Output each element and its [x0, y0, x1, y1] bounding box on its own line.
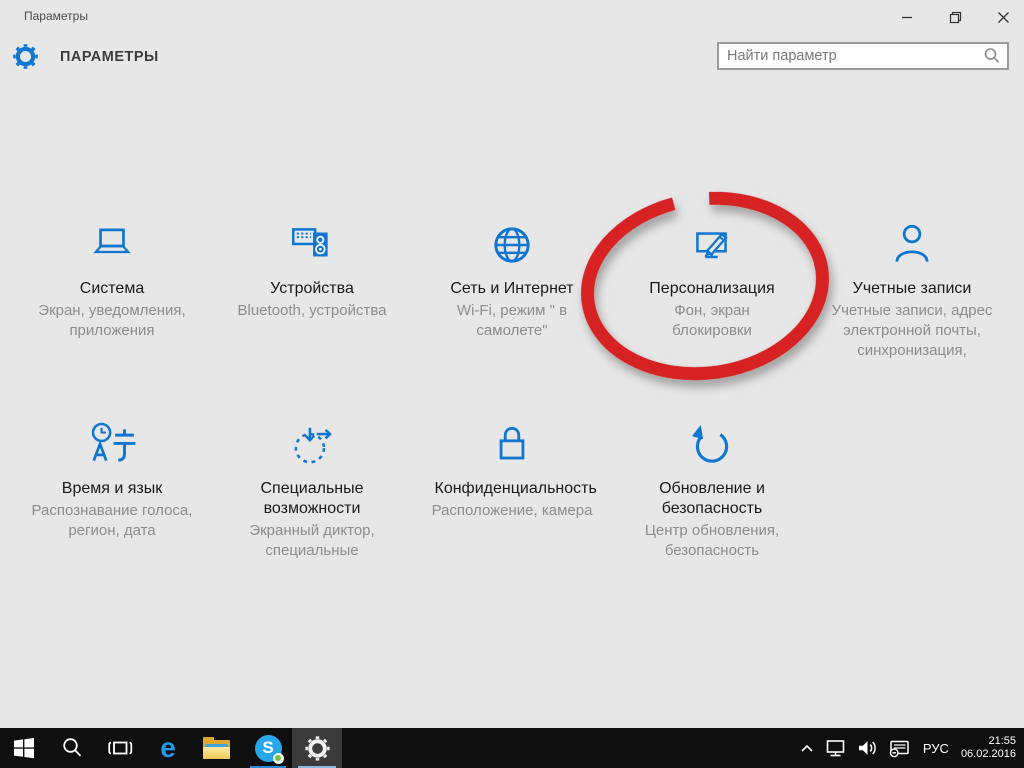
tray-network-button[interactable]: [824, 728, 848, 768]
tile-title: Обновление и безопасность: [635, 479, 790, 519]
settings-window: Параметры ПАРАМЕТРЫ: [0, 0, 1024, 728]
tile-subtitle: Фон, экран блокировки: [651, 301, 773, 341]
tile-subtitle: Экран, уведомления, приложения: [26, 301, 198, 341]
update-security-icon: [687, 420, 737, 470]
minimize-icon: [901, 11, 913, 23]
tray-date: 06.02.2016: [961, 748, 1016, 761]
restore-icon: [949, 11, 962, 24]
tile-subtitle: Экранный диктор, специальные: [226, 521, 398, 561]
tile-title: Специальные возможности: [235, 479, 390, 519]
devices-icon: [287, 220, 337, 270]
search-icon: [60, 736, 84, 760]
task-view-button[interactable]: [96, 728, 144, 768]
tray-keyboard-button[interactable]: [888, 728, 911, 768]
tile-title: Сеть и Интернет: [435, 279, 590, 299]
search-icon[interactable]: [982, 46, 1002, 66]
touch-keyboard-icon: [888, 739, 911, 758]
minimize-button[interactable]: [892, 6, 922, 28]
tile-accounts[interactable]: Учетные записи Учетные записи, адрес эле…: [812, 212, 1012, 407]
gear-icon: [13, 44, 38, 69]
personalization-icon: [687, 220, 737, 270]
tile-title: Устройства: [235, 279, 390, 299]
tile-title: Учетные записи: [835, 279, 990, 299]
privacy-lock-icon: [487, 420, 537, 470]
clock[interactable]: 21:55 06.02.2016: [961, 728, 1020, 768]
tile-title: Система: [35, 279, 190, 299]
close-icon: [997, 11, 1010, 24]
tile-subtitle: Wi-Fi, режим " в самолете": [426, 301, 598, 341]
skype-icon: S: [255, 735, 282, 762]
window-title: Параметры: [24, 9, 88, 23]
globe-icon: [487, 220, 537, 270]
tile-privacy[interactable]: Конфиденциальность Расположение, камера: [412, 412, 612, 607]
language-indicator[interactable]: РУС: [920, 728, 952, 768]
start-button[interactable]: [0, 728, 48, 768]
search-input[interactable]: [719, 48, 982, 64]
tray-chevron-up-button[interactable]: [799, 728, 815, 768]
tile-subtitle: Распознавание голоса, регион, дата: [26, 501, 198, 541]
tile-personalization[interactable]: Персонализация Фон, экран блокировки: [612, 212, 812, 407]
page-title: ПАРАМЕТРЫ: [60, 49, 159, 65]
restore-button[interactable]: [940, 6, 970, 28]
laptop-icon: [87, 220, 137, 270]
chevron-up-icon: [799, 741, 815, 755]
system-tray: РУС 21:55 06.02.2016: [799, 728, 1020, 768]
network-icon: [824, 738, 848, 758]
settings-button-active[interactable]: [292, 728, 342, 768]
close-button[interactable]: [988, 6, 1018, 28]
tile-network[interactable]: Сеть и Интернет Wi-Fi, режим " в самолет…: [412, 212, 612, 407]
tile-subtitle: Bluetooth, устройства: [226, 301, 398, 321]
file-explorer-icon: [203, 738, 230, 759]
tile-ease-of-access[interactable]: Специальные возможности Экранный диктор,…: [212, 412, 412, 607]
account-icon: [887, 220, 937, 270]
ease-of-access-icon: [287, 420, 337, 470]
tray-volume-button[interactable]: [857, 728, 879, 768]
tile-subtitle: Расположение, камера: [426, 501, 598, 521]
tile-title: Время и язык: [35, 479, 190, 499]
titlebar: Параметры: [0, 0, 1024, 32]
tile-devices[interactable]: Устройства Bluetooth, устройства: [212, 212, 412, 407]
task-view-icon: [106, 736, 134, 760]
tile-title: Конфиденциальность: [435, 479, 590, 499]
tray-time: 21:55: [961, 735, 1016, 748]
tile-time-language[interactable]: Время и язык Распознавание голоса, регио…: [12, 412, 212, 607]
windows-logo-icon: [13, 737, 35, 759]
tile-subtitle: Центр обновления, безопасность: [626, 521, 798, 561]
tile-system[interactable]: Система Экран, уведомления, приложения: [12, 212, 212, 407]
edge-icon: e: [160, 734, 176, 762]
tile-update-security[interactable]: Обновление и безопасность Центр обновлен…: [612, 412, 812, 607]
file-explorer-button[interactable]: [192, 728, 240, 768]
time-language-icon: [87, 420, 137, 470]
speaker-icon: [857, 739, 879, 757]
edge-button[interactable]: e: [144, 728, 192, 768]
gear-icon: [305, 736, 330, 761]
skype-button[interactable]: S: [244, 728, 292, 768]
skype-status-dot: [273, 753, 284, 764]
tile-title: Персонализация: [635, 279, 790, 299]
taskbar-search-button[interactable]: [48, 728, 96, 768]
taskbar: e S: [0, 728, 1024, 768]
search-box[interactable]: [717, 42, 1009, 70]
tile-subtitle: Учетные записи, адрес электронной почты,…: [819, 301, 1005, 361]
